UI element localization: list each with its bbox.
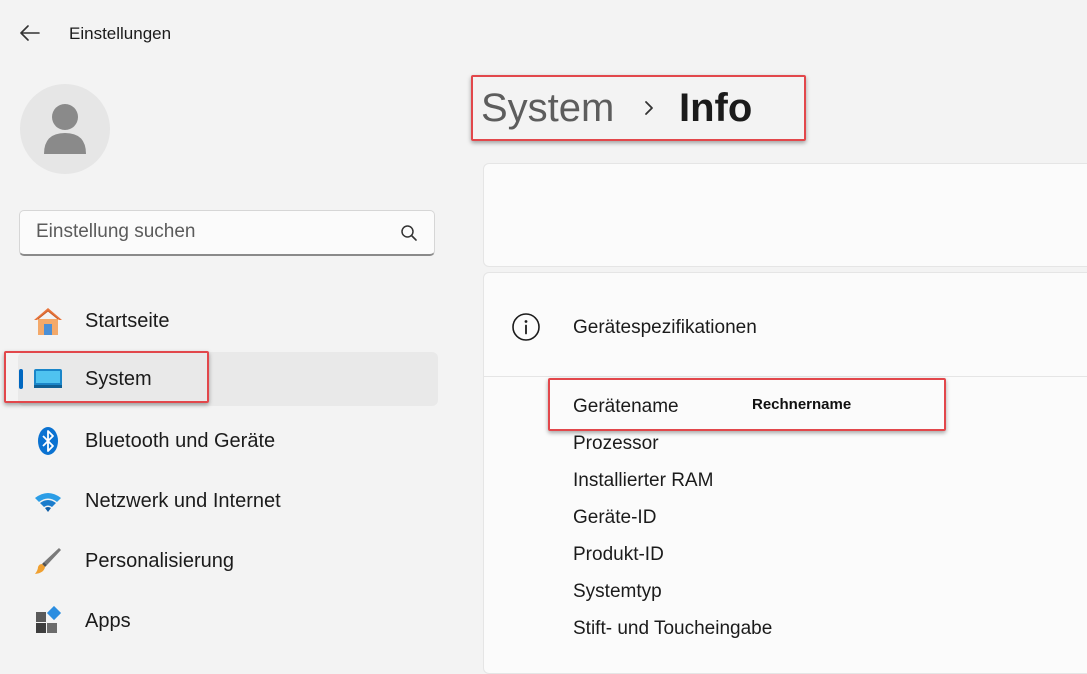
sidebar-item-label: System (85, 367, 152, 390)
spec-label: Prozessor (573, 433, 659, 454)
sidebar-item-label: Startseite (85, 309, 170, 332)
specs-title: Gerätespezifikationen (573, 317, 757, 338)
system-display-icon (32, 364, 64, 394)
page-title: Info (679, 86, 753, 130)
device-card (483, 163, 1087, 267)
selection-indicator (19, 369, 23, 389)
spec-label: Geräte-ID (573, 507, 657, 528)
sidebar-item-label: Netzwerk und Internet (85, 489, 281, 512)
breadcrumb-parent[interactable]: System (481, 86, 614, 131)
sidebar-item-personalisierung[interactable]: Personalisierung (18, 534, 438, 588)
apps-icon (32, 606, 64, 636)
sidebar-item-label: Personalisierung (85, 549, 234, 572)
search-icon[interactable] (400, 224, 418, 242)
wifi-icon (32, 486, 64, 516)
user-icon (44, 104, 86, 154)
search-input[interactable] (20, 211, 380, 253)
home-icon (32, 306, 64, 336)
device-specifications-card: Gerätespezifikationen Gerätename Rechner… (483, 272, 1087, 674)
specs-expander-header[interactable]: Gerätespezifikationen (484, 273, 1087, 377)
info-icon (512, 313, 540, 341)
back-arrow-icon (20, 25, 40, 41)
sidebar-item-startseite[interactable]: Startseite (18, 294, 438, 348)
bluetooth-icon (32, 426, 64, 456)
paintbrush-icon (32, 546, 64, 576)
sidebar-item-netzwerk[interactable]: Netzwerk und Internet (18, 474, 438, 528)
sidebar-item-system[interactable]: System (18, 352, 438, 406)
chevron-right-icon (645, 101, 653, 115)
spec-label: Installierter RAM (573, 470, 714, 491)
sidebar-item-label: Bluetooth und Geräte (85, 429, 276, 452)
back-button[interactable] (16, 20, 44, 46)
avatar[interactable] (20, 84, 110, 174)
spec-value: Rechnername (752, 396, 852, 413)
sidebar-item-bluetooth[interactable]: Bluetooth und Geräte (18, 414, 438, 468)
search-box[interactable] (19, 210, 435, 256)
spec-label: Systemtyp (573, 581, 662, 602)
sidebar-item-apps[interactable]: Apps (18, 594, 438, 648)
spec-label: Produkt-ID (573, 544, 664, 565)
sidebar-item-label: Apps (85, 609, 131, 632)
spec-label: Gerätename (573, 396, 679, 417)
app-title: Einstellungen (69, 24, 172, 43)
spec-label: Stift- und Toucheingabe (573, 618, 773, 639)
